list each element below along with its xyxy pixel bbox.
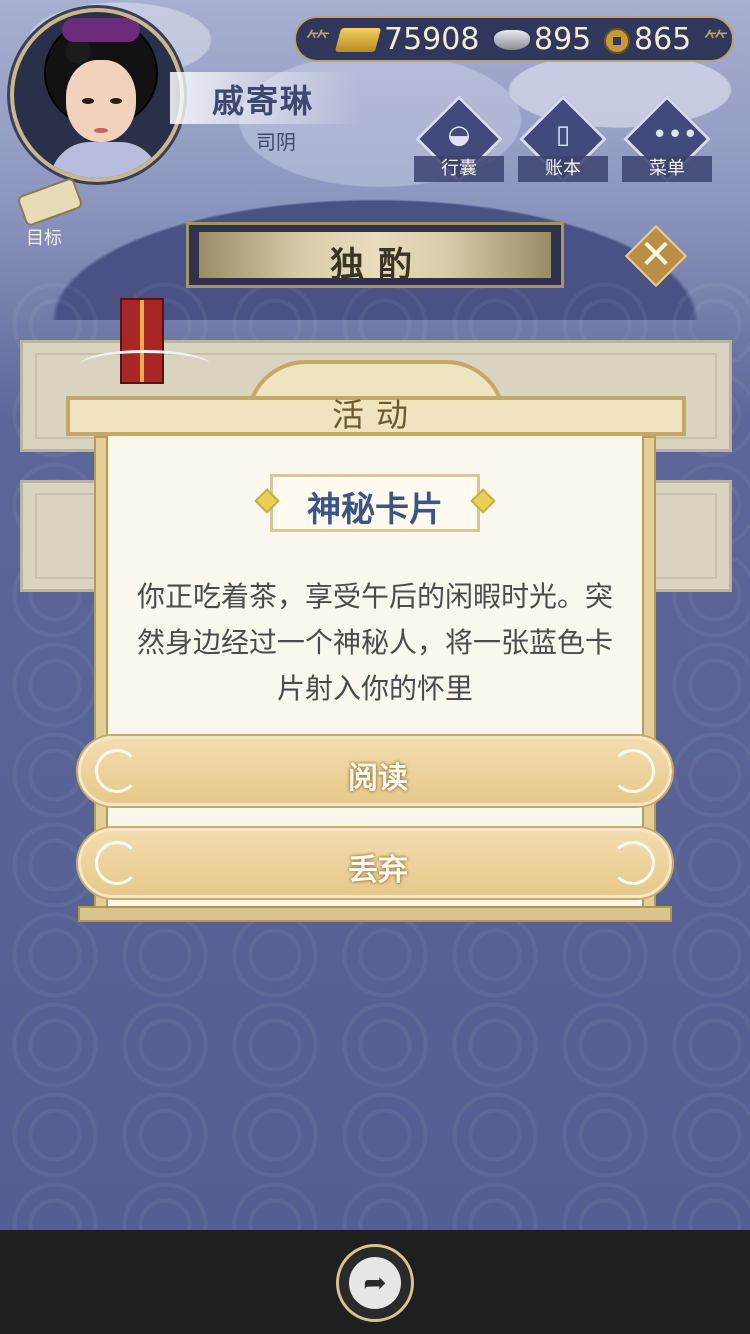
share-button[interactable]: ➦ bbox=[336, 1244, 414, 1322]
modal-title: 活动 bbox=[331, 396, 420, 434]
location-title: 独酌 bbox=[330, 245, 426, 285]
ledger-label: 账本 bbox=[518, 156, 608, 182]
avatar-headband bbox=[62, 18, 140, 42]
copper-coin-icon bbox=[604, 28, 630, 54]
goal-button[interactable]: 目标 bbox=[10, 176, 90, 250]
share-inner: ➦ bbox=[349, 1257, 401, 1309]
player-avatar[interactable] bbox=[10, 8, 184, 182]
modal-header: 活动 bbox=[66, 360, 686, 440]
discard-button[interactable]: 丢弃 bbox=[78, 828, 672, 898]
menu-button[interactable]: ••• 菜单 bbox=[622, 95, 712, 188]
silver-amount: 895 bbox=[534, 22, 592, 57]
goal-label: 目标 bbox=[26, 228, 62, 249]
avatar-robe bbox=[50, 142, 160, 178]
bamboo-icon: ⺮ bbox=[306, 28, 330, 56]
story-text: 你正吃着茶，享受午后的闲暇时光。突然身边经过一个神秘人，将一张蓝色卡片射入你的怀… bbox=[136, 580, 613, 705]
avatar-eye bbox=[110, 98, 122, 104]
ledger-button[interactable]: ▯ 账本 bbox=[518, 95, 608, 188]
discard-label: 丢弃 bbox=[348, 853, 408, 888]
close-icon: ✕ bbox=[639, 232, 673, 278]
close-button[interactable]: ✕ bbox=[624, 224, 688, 288]
bamboo-icon: ⺮ bbox=[704, 28, 728, 56]
bag-button[interactable]: ◒ 行囊 bbox=[414, 95, 504, 188]
more-icon: ••• bbox=[652, 120, 699, 150]
silver-ingot-icon bbox=[494, 30, 530, 50]
bag-label: 行囊 bbox=[414, 156, 504, 182]
coin-amount: 865 bbox=[634, 22, 692, 57]
read-button[interactable]: 阅读 bbox=[78, 736, 672, 806]
read-label: 阅读 bbox=[348, 761, 408, 796]
gold-amount: 75908 bbox=[384, 22, 480, 57]
share-icon: ➦ bbox=[363, 1266, 387, 1299]
avatar-lips bbox=[94, 128, 108, 133]
menu-label: 菜单 bbox=[622, 156, 712, 182]
ledger-icon: ▯ bbox=[555, 120, 571, 150]
card-name: 神秘卡片 bbox=[307, 490, 443, 530]
location-banner: 独酌 bbox=[186, 222, 564, 288]
bag-icon: ◒ bbox=[447, 120, 471, 150]
player-title: 司阴 bbox=[256, 130, 296, 154]
avatar-eye bbox=[82, 98, 94, 104]
gold-ingot-icon bbox=[334, 28, 382, 52]
currency-bar: ⺮ 75908 895 865 ⺮ bbox=[294, 16, 734, 62]
modal-base bbox=[78, 906, 672, 922]
card-name-tag: 神秘卡片 bbox=[250, 472, 500, 534]
player-name: 戚寄琳 bbox=[212, 82, 315, 120]
